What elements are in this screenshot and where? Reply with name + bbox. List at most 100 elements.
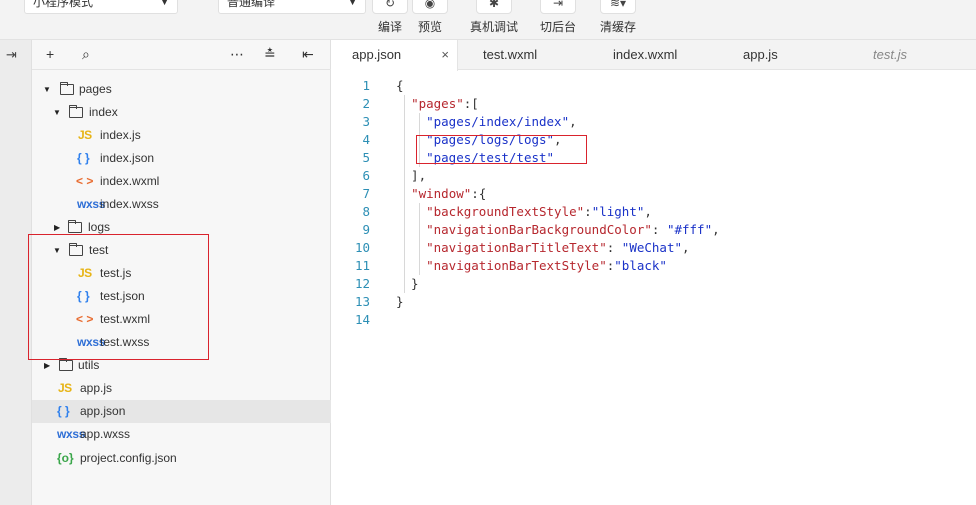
tab-label: index.wxml [613, 47, 678, 62]
background-button[interactable]: ⇥ 切后台 [536, 0, 580, 40]
preview-label: 预览 [417, 20, 442, 34]
code-line: "window":{ [411, 186, 487, 201]
tree-file-app-js[interactable]: JS app.js [32, 377, 331, 400]
annotation-box-test-folder [28, 234, 209, 360]
refresh-icon: ↻ [372, 0, 408, 14]
tab-test-wxml[interactable]: test.wxml [483, 40, 537, 70]
tree-label: index.wxss [100, 197, 159, 211]
code-line: } [396, 276, 419, 291]
js-file-icon: JS [78, 128, 92, 142]
line-number: 4 [362, 132, 370, 147]
wxml-file-icon: < > [76, 174, 94, 188]
chevron-down-icon: ▼ [53, 108, 61, 117]
compile-button[interactable]: ↻ 编译 [372, 0, 408, 40]
line-number: 2 [362, 96, 370, 111]
clear-cache-label: 清缓存 [599, 20, 636, 34]
line-number: 3 [362, 114, 370, 129]
editor-tabs: app.json × test.wxml index.wxml app.js t… [332, 40, 976, 71]
tree-label: index.js [100, 128, 141, 142]
json-file-icon: { } [77, 151, 90, 165]
tree-label: app.json [80, 404, 126, 418]
code-line: "navigationBarBackgroundColor": "#fff", [426, 222, 720, 237]
annotation-box-test-page [416, 135, 587, 164]
collapse-all-icon[interactable]: ≛ [264, 46, 276, 63]
top-toolbar: 小程序模式 ▼ 普通编译 ▼ ↻ 编译 ◉ 预览 ✱ 真机调试 ⇥ 切后台 ≋▾… [0, 0, 976, 40]
sidebar-toggle-icon[interactable]: ⇤ [302, 46, 314, 63]
tree-label: index.wxml [100, 174, 160, 188]
tab-app-json[interactable]: app.json × [332, 40, 458, 71]
code-line: { [396, 78, 404, 93]
code-line: ], [396, 168, 427, 183]
tree-file-app-wxss[interactable]: wxss app.wxss [32, 423, 331, 446]
clear-cache-button[interactable]: ≋▾ 清缓存 [596, 0, 640, 40]
tree-label: app.wxss [80, 427, 131, 441]
explorer-header: + ⌕ ⋯ ≛ ⇤ [32, 40, 331, 70]
compile-select[interactable]: 普通编译 ▼ [218, 0, 366, 14]
chevron-down-icon: ▼ [43, 85, 51, 94]
remote-debug-button[interactable]: ✱ 真机调试 [466, 0, 522, 40]
tree-label: index [89, 105, 118, 119]
tree-label: index.json [100, 151, 155, 165]
switch-icon: ⇥ [540, 0, 576, 14]
line-number: 7 [362, 186, 370, 201]
preview-button[interactable]: ◉ 预览 [412, 0, 448, 40]
code-editor[interactable]: app.json × test.wxml index.wxml app.js t… [332, 40, 976, 505]
line-number: 13 [354, 294, 370, 309]
line-number: 12 [354, 276, 370, 291]
tab-app-js[interactable]: app.js [743, 40, 778, 70]
remote-debug-label: 真机调试 [469, 20, 518, 34]
code-line: } [396, 294, 404, 309]
json-file-icon: { } [57, 404, 70, 418]
layers-icon: ≋▾ [600, 0, 636, 14]
background-label: 切后台 [539, 20, 576, 34]
config-file-icon: {o} [57, 451, 74, 465]
code-line: "navigationBarTextStyle":"black" [426, 258, 667, 273]
bug-icon: ✱ [476, 0, 512, 14]
line-number: 11 [354, 258, 370, 273]
tab-test-js[interactable]: test.js [873, 40, 907, 70]
eye-icon: ◉ [412, 0, 448, 14]
indent-guide [419, 203, 420, 275]
tree-label: app.js [80, 381, 113, 395]
js-file-icon: JS [58, 381, 72, 395]
code-line: "navigationBarTitleText": "WeChat", [426, 240, 690, 255]
folder-icon [59, 358, 73, 371]
tree-file-index-json[interactable]: { } index.json [32, 147, 331, 170]
search-icon[interactable]: ⌕ [82, 46, 90, 63]
tree-label: pages [79, 82, 112, 96]
line-number: 1 [362, 78, 370, 93]
tree-label: project.config.json [80, 451, 177, 465]
tree-file-index-wxml[interactable]: < > index.wxml [32, 170, 331, 193]
tab-label: test.js [873, 47, 907, 62]
code-line: "pages/index/index", [426, 114, 577, 129]
chevron-down-icon: ▼ [160, 0, 169, 7]
mode-select[interactable]: 小程序模式 ▼ [24, 0, 178, 14]
mode-select-value: 小程序模式 [33, 0, 94, 9]
tab-label: app.json [352, 47, 402, 62]
tree-folder-pages[interactable]: ▼ pages [32, 78, 331, 101]
more-icon[interactable]: ⋯ [230, 46, 244, 63]
tab-index-wxml[interactable]: index.wxml [613, 40, 677, 70]
chevron-down-icon: ▼ [348, 0, 357, 7]
line-number: 8 [362, 204, 370, 219]
close-icon[interactable]: × [441, 40, 449, 70]
indent-guide [404, 95, 405, 293]
line-number: 14 [354, 312, 370, 327]
tab-label: test.wxml [483, 47, 538, 62]
folder-open-icon [69, 105, 83, 118]
folder-icon [68, 220, 82, 233]
line-number: 6 [362, 168, 370, 183]
tree-folder-index[interactable]: ▼ index [32, 101, 331, 124]
tree-file-app-json[interactable]: { } app.json [32, 400, 331, 423]
tree-file-project-config[interactable]: {o} project.config.json [32, 447, 331, 470]
folder-open-icon [60, 82, 74, 95]
tab-label: app.js [743, 47, 778, 62]
line-number: 9 [362, 222, 370, 237]
tree-file-index-wxss[interactable]: wxss index.wxss [32, 193, 331, 216]
line-number: 5 [362, 150, 370, 165]
compile-select-value: 普通编译 [227, 0, 276, 9]
panel-toggle-icon[interactable]: ⇥ [6, 47, 17, 63]
tree-file-index-js[interactable]: JS index.js [32, 124, 331, 147]
compile-label: 编译 [377, 20, 402, 34]
add-icon[interactable]: + [46, 46, 54, 62]
